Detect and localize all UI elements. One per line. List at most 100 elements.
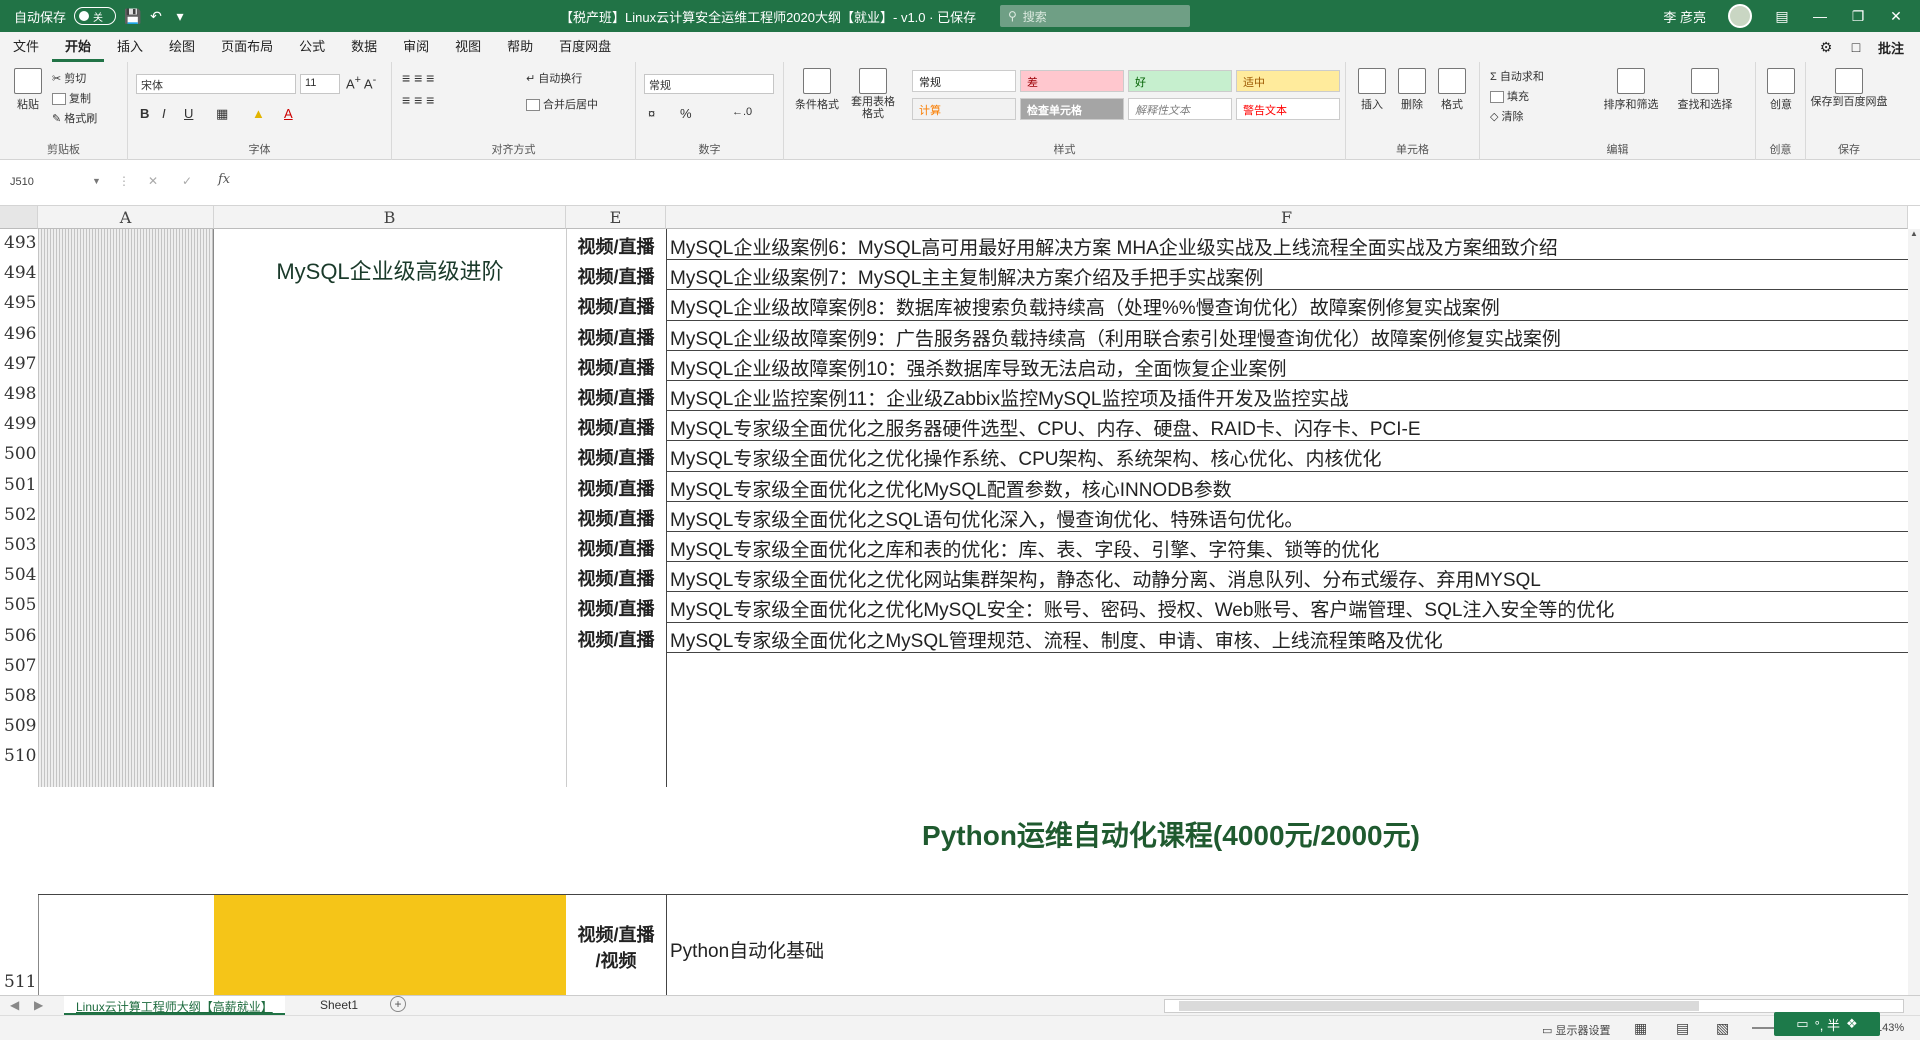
font-grow-button[interactable]: A+ A- [346,74,376,91]
display-settings-button[interactable]: ▭ 显示器设置 [1542,1022,1610,1038]
row-header-511[interactable]: 511 [0,972,38,995]
column-header-b[interactable]: B [214,206,566,229]
style-neutral[interactable]: 适中 [1236,70,1340,92]
row-header[interactable]: 507 [0,655,38,682]
row-header[interactable]: 509 [0,716,38,743]
course-content-cell[interactable]: MySQL企业级故障案例8：数据库被搜索负载持续高（处理%%慢查询优化）故障案例… [670,293,1900,320]
comment-icon[interactable]: □ [1848,39,1864,55]
media-type-cell[interactable]: 视频/直播 [566,384,666,410]
fill-button[interactable]: 填充 [1490,88,1529,104]
tab-view[interactable]: 视图 [442,32,494,62]
tab-baidu-netdisk[interactable]: 百度网盘 [546,32,624,62]
formula-input[interactable] [246,170,1896,196]
media-type-cell[interactable]: 视频/直播 [566,535,666,561]
tab-formulas[interactable]: 公式 [286,32,338,62]
course-content-cell[interactable]: MySQL企业级故障案例10：强杀数据库导致无法启动，全面恢复企业案例 [670,354,1900,381]
column-header-f[interactable]: F [666,206,1908,229]
row-header[interactable]: 498 [0,384,38,410]
select-all-button[interactable] [0,206,38,229]
media-type-cell[interactable]: 视频/直播 [566,565,666,591]
format-as-table-button[interactable]: 套用表格格式 [846,68,900,120]
minimize-icon[interactable]: — [1812,8,1828,24]
horizontal-scrollbar[interactable] [1164,999,1904,1013]
row-header[interactable]: 494 [0,263,38,290]
undo-icon[interactable]: ↶ [148,8,164,24]
row-header[interactable]: 499 [0,414,38,441]
format-cells-button[interactable]: 格式 [1434,68,1470,112]
media-type-cell[interactable]: 视频/直播 [566,626,666,652]
conditional-format-button[interactable]: 条件格式 [792,68,842,112]
row-header[interactable]: 505 [0,595,38,622]
course-content-cell[interactable]: MySQL企业级故障案例9：广告服务器负载持续高（利用联合索引处理慢查询优化）故… [670,324,1900,351]
save-icon[interactable]: 💾 [124,8,141,24]
enter-icon[interactable]: ✓ [182,174,192,188]
save-to-netdisk-button[interactable]: 保存到百度网盘 [1810,68,1888,108]
paste-button[interactable]: 粘贴 [10,68,46,112]
delete-cells-button[interactable]: 删除 [1394,68,1430,112]
user-name[interactable]: 李 彦亮 [1663,7,1706,26]
format-painter-button[interactable]: ✎ 格式刷 [52,110,97,126]
insert-function-icon[interactable]: fx [218,172,230,187]
media-type-cell[interactable]: 视频/直播 [566,354,666,380]
add-sheet-icon[interactable]: + [390,996,406,1012]
sheet-nav-next-icon[interactable]: ▶ [34,998,43,1012]
sheet-nav-prev-icon[interactable]: ◀ [10,998,19,1012]
tab-data[interactable]: 数据 [338,32,390,62]
row-header[interactable]: 508 [0,686,38,712]
row-header[interactable]: 502 [0,504,38,531]
decimal-buttons[interactable]: ←.0 [732,106,752,118]
number-format-select[interactable]: 常规 [644,74,774,94]
copy-button[interactable]: 复制 [52,90,91,106]
style-calculation[interactable]: 计算 [912,98,1016,120]
ideas-button[interactable]: 创意 [1764,68,1798,112]
customize-qat-icon[interactable]: ▾ [172,8,188,24]
ime-indicator[interactable]: ▭ °, 半 ❖ [1774,1012,1880,1036]
row-header[interactable]: 510 [0,746,38,773]
comment-button[interactable]: 批注 [1878,38,1904,57]
column-header-e[interactable]: E [566,206,666,229]
media-type-cell[interactable]: 视频/直播 [566,505,666,531]
autosum-button[interactable]: Σ 自动求和 [1490,68,1544,84]
cancel-icon[interactable]: ✕ [148,174,158,188]
worksheet-grid[interactable]: A B E F MySQL企业级高级进阶 493 视频/直播 MySQL企业级案例6… [0,206,1920,995]
row-header[interactable]: 504 [0,565,38,592]
font-name-select[interactable]: 宋体 [136,74,296,94]
horizontal-align-buttons[interactable]: ≡ ≡ ≡ [402,92,434,108]
border-button[interactable]: ▦ [216,106,228,122]
merge-center-button[interactable]: 合并后居中 [526,96,598,112]
media-type-cell[interactable]: 视频/直播 [566,233,666,259]
fill-color-button[interactable]: ▲ [252,106,265,121]
name-box-dropdown-icon[interactable]: ▼ [92,176,101,186]
clear-button[interactable]: ◇ 清除 [1490,108,1524,124]
media-type-cell[interactable]: 视频/直播 [566,293,666,319]
tab-insert[interactable]: 插入 [104,32,156,62]
media-type-cell[interactable]: 视频/直播 [566,475,666,501]
cut-button[interactable]: ✂ 剪切 [52,70,86,86]
font-size-select[interactable]: 11 [300,74,340,94]
style-explanatory[interactable]: 解释性文本 [1128,98,1232,120]
page-break-view-icon[interactable]: ▧ [1716,1020,1729,1037]
close-icon[interactable]: ✕ [1888,8,1904,24]
media-type-cell[interactable]: 视频/直播 [566,324,666,350]
row-header[interactable]: 503 [0,535,38,561]
horizontal-scroll-thumb[interactable] [1179,1001,1699,1011]
course-content-cell[interactable]: MySQL专家级全面优化之SQL语句优化深入，慢查询优化、特殊语句优化。 [670,505,1900,532]
course-content-cell[interactable]: MySQL专家级全面优化之服务器硬件选型、CPU、内存、硬盘、RAID卡、闪存卡… [670,414,1900,441]
vertical-scrollbar[interactable]: ▲ [1908,229,1920,995]
sort-filter-button[interactable]: 排序和筛选 [1598,68,1664,112]
row-header[interactable]: 500 [0,444,38,471]
tab-page-layout[interactable]: 页面布局 [208,32,286,62]
course-content-cell[interactable]: MySQL专家级全面优化之MySQL管理规范、流程、制度、申请、审核、上线流程策… [670,626,1900,653]
course-content-cell[interactable]: MySQL专家级全面优化之优化MySQL安全：账号、密码、授权、Web账号、客户… [670,595,1900,622]
row-header[interactable]: 501 [0,474,38,501]
style-bad[interactable]: 差 [1020,70,1124,92]
underline-button[interactable]: U [184,106,193,121]
course-content-cell[interactable]: MySQL专家级全面优化之优化网站集群架构，静态化、动静分离、消息队列、分布式缓… [670,565,1900,592]
search-box[interactable]: ⚲ 搜索 [1000,5,1190,27]
row-header[interactable]: 506 [0,625,38,652]
scroll-up-icon[interactable]: ▲ [1910,229,1918,241]
normal-view-icon[interactable]: ▦ [1634,1020,1647,1037]
column-header-a[interactable]: A [38,206,214,229]
avatar[interactable] [1728,4,1752,28]
media-type-cell[interactable]: 视频/直播 [566,414,666,440]
